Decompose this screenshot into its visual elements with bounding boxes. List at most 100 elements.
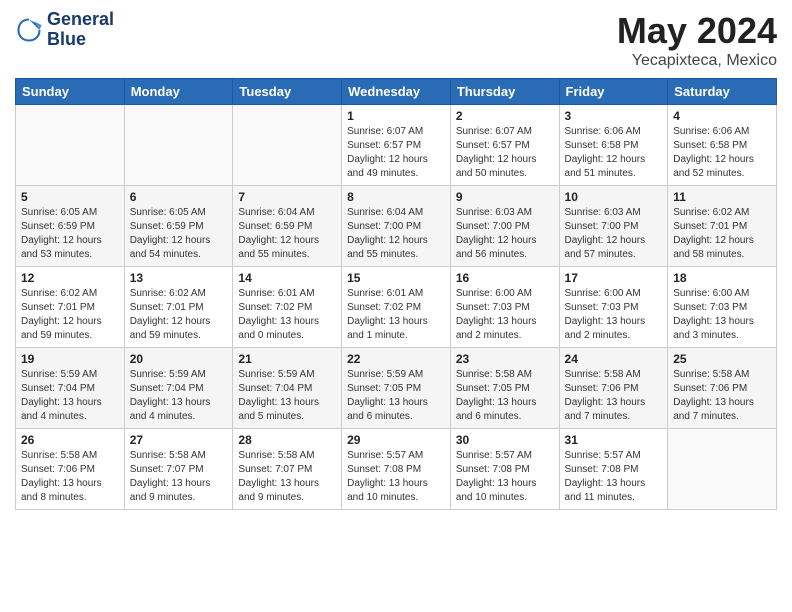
header-monday: Monday (124, 79, 233, 105)
calendar-day-cell: 13Sunrise: 6:02 AM Sunset: 7:01 PM Dayli… (124, 267, 233, 348)
header-saturday: Saturday (668, 79, 777, 105)
calendar-day-cell: 3 Sunrise: 6:06 AM Sunset: 6:58 PM Daylig… (559, 105, 668, 186)
calendar-day-cell: 18Sunrise: 6:00 AM Sunset: 7:03 PM Dayli… (668, 267, 777, 348)
day-number: 20 (130, 352, 228, 366)
page-header: General Blue May 2024 Yecapixteca, Mexic… (15, 10, 777, 70)
day-info: Sunrise: 6:07 AM Sunset: 6:57 PM Dayligh… (347, 125, 445, 181)
day-info: Sunrise: 5:59 AM Sunset: 7:04 PM Dayligh… (130, 368, 228, 424)
day-info: Sunrise: 5:58 AM Sunset: 7:05 PM Dayligh… (456, 368, 554, 424)
calendar-week-row: 5 Sunrise: 6:05 AM Sunset: 6:59 PM Daylig… (16, 186, 777, 267)
month-title: May 2024 (617, 10, 777, 52)
day-info: Sunrise: 5:58 AM Sunset: 7:06 PM Dayligh… (21, 449, 119, 505)
day-info: Sunrise: 6:01 AM Sunset: 7:02 PM Dayligh… (347, 287, 445, 343)
calendar-day-cell: 25 Sunrise: 5:58 AM Sunset: 7:06 PM Dayli… (668, 348, 777, 429)
day-number: 28 (238, 433, 336, 447)
logo-line1: General (47, 9, 114, 29)
calendar-day-cell (668, 429, 777, 510)
calendar-day-cell: 28Sunrise: 5:58 AM Sunset: 7:07 PM Dayli… (233, 429, 342, 510)
day-number: 9 (456, 190, 554, 204)
logo-line2: Blue (47, 29, 86, 49)
header-tuesday: Tuesday (233, 79, 342, 105)
day-number: 27 (130, 433, 228, 447)
day-info: Sunrise: 6:02 AM Sunset: 7:01 PM Dayligh… (21, 287, 119, 343)
day-info: Sunrise: 6:06 AM Sunset: 6:58 PM Dayligh… (673, 125, 771, 181)
calendar-day-cell: 26 Sunrise: 5:58 AM Sunset: 7:06 PM Dayli… (16, 429, 125, 510)
day-number: 21 (238, 352, 336, 366)
calendar-day-cell: 19 Sunrise: 5:59 AM Sunset: 7:04 PM Dayli… (16, 348, 125, 429)
day-number: 14 (238, 271, 336, 285)
calendar-week-row: 1 Sunrise: 6:07 AM Sunset: 6:57 PM Daylig… (16, 105, 777, 186)
calendar-day-cell: 10 Sunrise: 6:03 AM Sunset: 7:00 PM Dayli… (559, 186, 668, 267)
location: Yecapixteca, Mexico (617, 52, 777, 70)
day-info: Sunrise: 6:05 AM Sunset: 6:59 PM Dayligh… (21, 206, 119, 262)
day-info: Sunrise: 5:58 AM Sunset: 7:07 PM Dayligh… (130, 449, 228, 505)
day-number: 16 (456, 271, 554, 285)
day-number: 24 (565, 352, 663, 366)
day-number: 17 (565, 271, 663, 285)
day-info: Sunrise: 6:05 AM Sunset: 6:59 PM Dayligh… (130, 206, 228, 262)
day-info: Sunrise: 5:58 AM Sunset: 7:06 PM Dayligh… (673, 368, 771, 424)
day-number: 31 (565, 433, 663, 447)
day-number: 12 (21, 271, 119, 285)
day-number: 8 (347, 190, 445, 204)
calendar-day-cell: 2Sunrise: 6:07 AM Sunset: 6:57 PM Daylig… (450, 105, 559, 186)
day-info: Sunrise: 5:59 AM Sunset: 7:04 PM Dayligh… (21, 368, 119, 424)
day-number: 26 (21, 433, 119, 447)
day-number: 3 (565, 109, 663, 123)
day-info: Sunrise: 6:00 AM Sunset: 7:03 PM Dayligh… (565, 287, 663, 343)
calendar-day-cell: 22 Sunrise: 5:59 AM Sunset: 7:05 PM Dayli… (342, 348, 451, 429)
calendar-day-cell: 15 Sunrise: 6:01 AM Sunset: 7:02 PM Dayli… (342, 267, 451, 348)
logo-text: General Blue (47, 10, 114, 50)
day-number: 10 (565, 190, 663, 204)
header-wednesday: Wednesday (342, 79, 451, 105)
logo: General Blue (15, 10, 114, 50)
calendar-day-cell: 17 Sunrise: 6:00 AM Sunset: 7:03 PM Dayli… (559, 267, 668, 348)
day-info: Sunrise: 6:04 AM Sunset: 7:00 PM Dayligh… (347, 206, 445, 262)
calendar-week-row: 12 Sunrise: 6:02 AM Sunset: 7:01 PM Dayli… (16, 267, 777, 348)
calendar-day-cell: 30Sunrise: 5:57 AM Sunset: 7:08 PM Dayli… (450, 429, 559, 510)
day-info: Sunrise: 6:02 AM Sunset: 7:01 PM Dayligh… (673, 206, 771, 262)
day-info: Sunrise: 6:03 AM Sunset: 7:00 PM Dayligh… (565, 206, 663, 262)
day-number: 23 (456, 352, 554, 366)
day-number: 22 (347, 352, 445, 366)
header-friday: Friday (559, 79, 668, 105)
calendar-day-cell (124, 105, 233, 186)
calendar-day-cell: 7Sunrise: 6:04 AM Sunset: 6:59 PM Daylig… (233, 186, 342, 267)
calendar-day-cell: 23 Sunrise: 5:58 AM Sunset: 7:05 PM Dayli… (450, 348, 559, 429)
day-info: Sunrise: 6:03 AM Sunset: 7:00 PM Dayligh… (456, 206, 554, 262)
logo-icon (15, 16, 43, 44)
calendar-day-cell: 29Sunrise: 5:57 AM Sunset: 7:08 PM Dayli… (342, 429, 451, 510)
weekday-row: SundayMondayTuesdayWednesdayThursdayFrid… (16, 79, 777, 105)
day-number: 7 (238, 190, 336, 204)
calendar-day-cell (233, 105, 342, 186)
day-number: 19 (21, 352, 119, 366)
day-info: Sunrise: 6:00 AM Sunset: 7:03 PM Dayligh… (456, 287, 554, 343)
calendar-body: 1 Sunrise: 6:07 AM Sunset: 6:57 PM Daylig… (16, 105, 777, 510)
day-info: Sunrise: 5:59 AM Sunset: 7:04 PM Dayligh… (238, 368, 336, 424)
day-number: 5 (21, 190, 119, 204)
day-number: 15 (347, 271, 445, 285)
calendar-day-cell: 27 Sunrise: 5:58 AM Sunset: 7:07 PM Dayli… (124, 429, 233, 510)
calendar-day-cell: 21 Sunrise: 5:59 AM Sunset: 7:04 PM Dayli… (233, 348, 342, 429)
title-block: May 2024 Yecapixteca, Mexico (617, 10, 777, 70)
header-sunday: Sunday (16, 79, 125, 105)
calendar-day-cell: 14 Sunrise: 6:01 AM Sunset: 7:02 PM Dayli… (233, 267, 342, 348)
calendar-header: SundayMondayTuesdayWednesdayThursdayFrid… (16, 79, 777, 105)
day-info: Sunrise: 5:59 AM Sunset: 7:05 PM Dayligh… (347, 368, 445, 424)
day-number: 2 (456, 109, 554, 123)
calendar-day-cell: 1 Sunrise: 6:07 AM Sunset: 6:57 PM Daylig… (342, 105, 451, 186)
day-number: 25 (673, 352, 771, 366)
day-info: Sunrise: 6:02 AM Sunset: 7:01 PM Dayligh… (130, 287, 228, 343)
day-number: 11 (673, 190, 771, 204)
day-number: 4 (673, 109, 771, 123)
header-thursday: Thursday (450, 79, 559, 105)
calendar-day-cell: 31Sunrise: 5:57 AM Sunset: 7:08 PM Dayli… (559, 429, 668, 510)
day-number: 1 (347, 109, 445, 123)
day-info: Sunrise: 6:00 AM Sunset: 7:03 PM Dayligh… (673, 287, 771, 343)
day-info: Sunrise: 5:57 AM Sunset: 7:08 PM Dayligh… (456, 449, 554, 505)
calendar-day-cell: 5 Sunrise: 6:05 AM Sunset: 6:59 PM Daylig… (16, 186, 125, 267)
calendar-day-cell: 20 Sunrise: 5:59 AM Sunset: 7:04 PM Dayli… (124, 348, 233, 429)
calendar-week-row: 19 Sunrise: 5:59 AM Sunset: 7:04 PM Dayli… (16, 348, 777, 429)
day-info: Sunrise: 6:06 AM Sunset: 6:58 PM Dayligh… (565, 125, 663, 181)
day-info: Sunrise: 6:01 AM Sunset: 7:02 PM Dayligh… (238, 287, 336, 343)
